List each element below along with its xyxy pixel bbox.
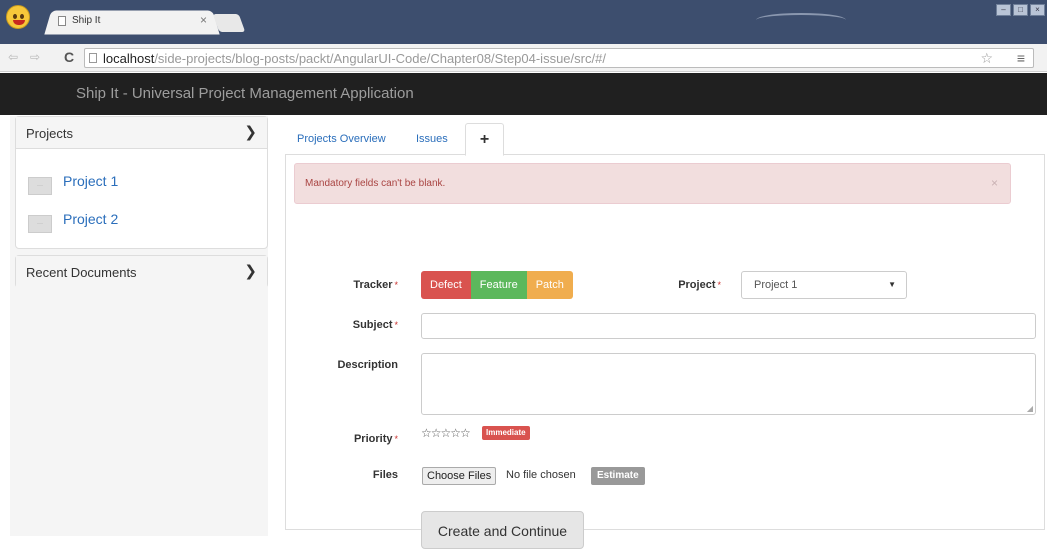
page-icon [89, 53, 97, 63]
back-arrow-icon[interactable]: ⇦ [8, 50, 18, 64]
sidebar: Projects ❯ ··· Project 1 ··· Project 2 R… [10, 116, 268, 536]
tab-bar: Projects Overview Issues + [285, 123, 1045, 156]
tab-close-icon[interactable]: × [200, 13, 207, 27]
tab-new-issue[interactable]: + [465, 123, 504, 156]
maximize-button[interactable]: □ [1013, 4, 1028, 16]
browser-toolbar: ⇦ ⇨ C localhost/side-projects/blog-posts… [0, 44, 1047, 72]
issue-form: Mandatory fields can't be blank. × Track… [285, 155, 1045, 549]
projects-panel: Projects ❯ ··· Project 1 ··· Project 2 [15, 116, 268, 249]
file-status-text: No file chosen [506, 469, 576, 481]
reload-icon[interactable]: C [64, 49, 74, 65]
project-link[interactable]: Project 2 [63, 211, 118, 227]
forward-arrow-icon[interactable]: ⇨ [30, 50, 40, 64]
estimate-button[interactable]: Estimate [591, 467, 645, 485]
subject-label: Subject * [352, 319, 398, 331]
tab-projects-overview[interactable]: Projects Overview [297, 133, 386, 145]
new-tab-button[interactable] [212, 14, 246, 32]
recent-documents-title: Recent Documents [26, 265, 137, 280]
project-select[interactable]: Project 1 ▼ [741, 271, 907, 299]
browser-tab-content[interactable]: Ship It × [58, 13, 208, 32]
app-brand[interactable]: Ship It - Universal Project Management A… [76, 85, 414, 102]
chevron-down-icon[interactable]: ❯ [244, 123, 257, 141]
address-bar[interactable]: localhost/side-projects/blog-posts/packt… [84, 48, 1034, 68]
subject-input[interactable] [421, 313, 1036, 339]
minimize-button[interactable]: – [996, 4, 1011, 16]
resize-grip-icon[interactable]: ◢ [1027, 404, 1033, 413]
project-link[interactable]: Project 1 [63, 173, 118, 189]
caret-down-icon: ▼ [888, 280, 896, 289]
alert-close-icon[interactable]: × [991, 176, 998, 190]
tracker-label: Tracker * [353, 279, 398, 291]
description-label: Description [337, 359, 398, 371]
projects-panel-header[interactable]: Projects ❯ [16, 117, 267, 149]
choose-files-button[interactable]: Choose Files [422, 467, 497, 485]
priority-star-rating[interactable]: ☆☆☆☆☆ [421, 426, 471, 440]
recent-documents-header[interactable]: Recent Documents ❯ [16, 256, 267, 288]
tab-issues[interactable]: Issues [416, 133, 448, 145]
project-thumbnail: ··· [28, 215, 52, 233]
browser-titlebar: Ship It × – □ × [0, 0, 1047, 44]
bookmark-star-icon[interactable]: ☆ [980, 50, 993, 67]
page-icon [58, 16, 66, 26]
app-navbar: Ship It - Universal Project Management A… [0, 73, 1047, 115]
recent-documents-panel: Recent Documents ❯ [15, 255, 268, 288]
browser-theme-logo [756, 13, 846, 27]
projects-panel-title: Projects [26, 126, 73, 141]
menu-icon[interactable]: ≡ [1017, 50, 1025, 66]
files-label: Files [372, 469, 398, 481]
alert-message: Mandatory fields can't be blank. [305, 178, 446, 189]
error-alert: Mandatory fields can't be blank. × [294, 163, 1011, 204]
tracker-feature-button[interactable]: Feature [470, 271, 527, 299]
priority-badge: Immediate [482, 426, 530, 440]
profile-avatar-icon[interactable] [6, 5, 30, 29]
project-item[interactable]: ··· Project 2 [28, 211, 228, 233]
tracker-defect-button[interactable]: Defect [421, 271, 471, 299]
tracker-patch-button[interactable]: Patch [526, 271, 573, 299]
priority-label: Priority * [353, 433, 398, 445]
project-select-value: Project 1 [754, 279, 798, 291]
browser-tab-title: Ship It [72, 15, 101, 26]
create-and-continue-button[interactable]: Create and Continue [421, 511, 584, 549]
project-thumbnail: ··· [28, 177, 52, 195]
project-label: Project * [678, 279, 721, 291]
window-controls: – □ × [996, 4, 1045, 18]
chevron-right-icon[interactable]: ❯ [244, 262, 257, 280]
description-textarea[interactable]: ◢ [421, 353, 1036, 415]
tracker-button-group: Defect Feature Patch [421, 271, 573, 299]
close-window-button[interactable]: × [1030, 4, 1045, 16]
project-item[interactable]: ··· Project 1 [28, 173, 228, 195]
url-text[interactable]: localhost/side-projects/blog-posts/packt… [103, 51, 606, 66]
main-content: Projects Overview Issues + Mandatory fie… [285, 116, 1047, 549]
